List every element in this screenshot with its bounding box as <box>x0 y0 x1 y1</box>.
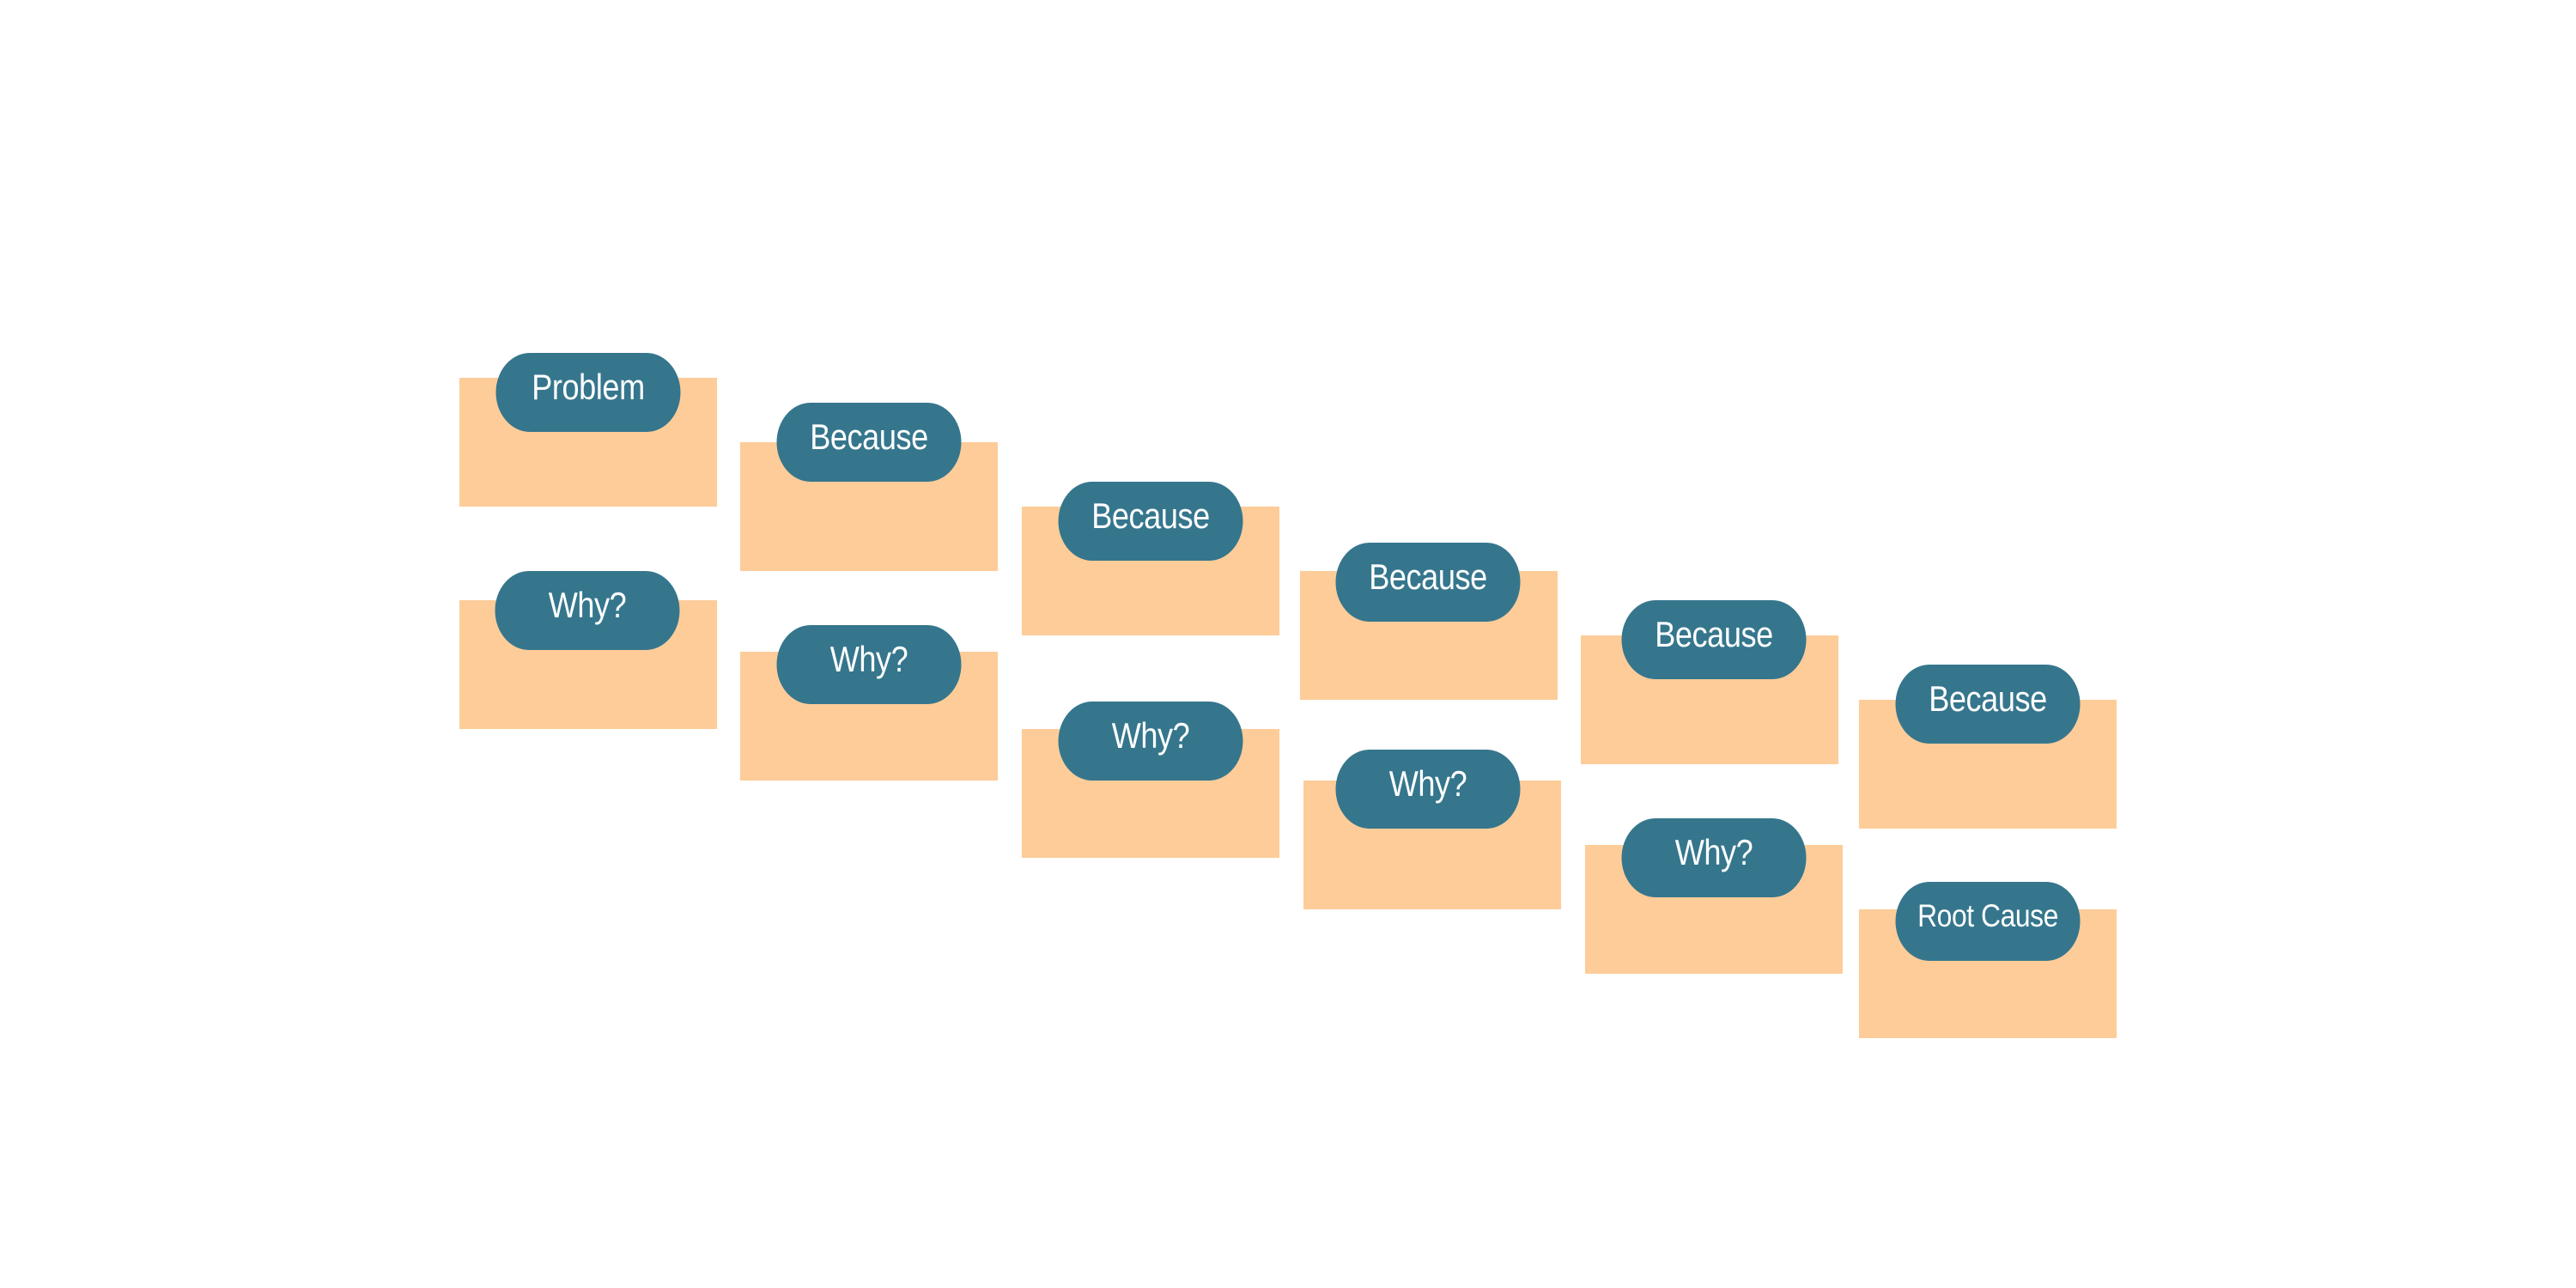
because-label-2: Because <box>1058 482 1243 561</box>
why-label-2-text: Why? <box>829 639 908 679</box>
because-label-3: Because <box>1335 543 1521 622</box>
root-cause-label: Root Cause <box>1895 882 2081 961</box>
why-label-1-text: Why? <box>548 585 627 625</box>
because-label-3-text: Because <box>1369 556 1487 597</box>
why-label-4: Why? <box>1335 750 1521 829</box>
why-label-2: Why? <box>776 625 962 704</box>
because-label-1-text: Because <box>810 416 928 457</box>
problem-label-text: Problem <box>532 367 645 407</box>
because-label-2-text: Because <box>1091 495 1210 536</box>
because-label-4-text: Because <box>1655 614 1773 654</box>
why-label-1: Why? <box>495 571 680 650</box>
why-label-3-text: Why? <box>1111 715 1190 756</box>
why-label-5-text: Why? <box>1674 832 1753 872</box>
five-whys-diagram: Problem Why? Because Why? Because Why? B… <box>0 0 2576 1288</box>
why-label-4-text: Why? <box>1388 763 1467 804</box>
why-label-3: Why? <box>1058 702 1243 781</box>
why-label-5: Why? <box>1621 818 1807 897</box>
because-label-5: Because <box>1895 665 2081 744</box>
because-label-5-text: Because <box>1929 678 2047 719</box>
problem-label: Problem <box>495 353 681 432</box>
root-cause-label-text: Root Cause <box>1917 898 2058 933</box>
because-label-4: Because <box>1621 600 1807 679</box>
because-label-1: Because <box>776 403 962 482</box>
